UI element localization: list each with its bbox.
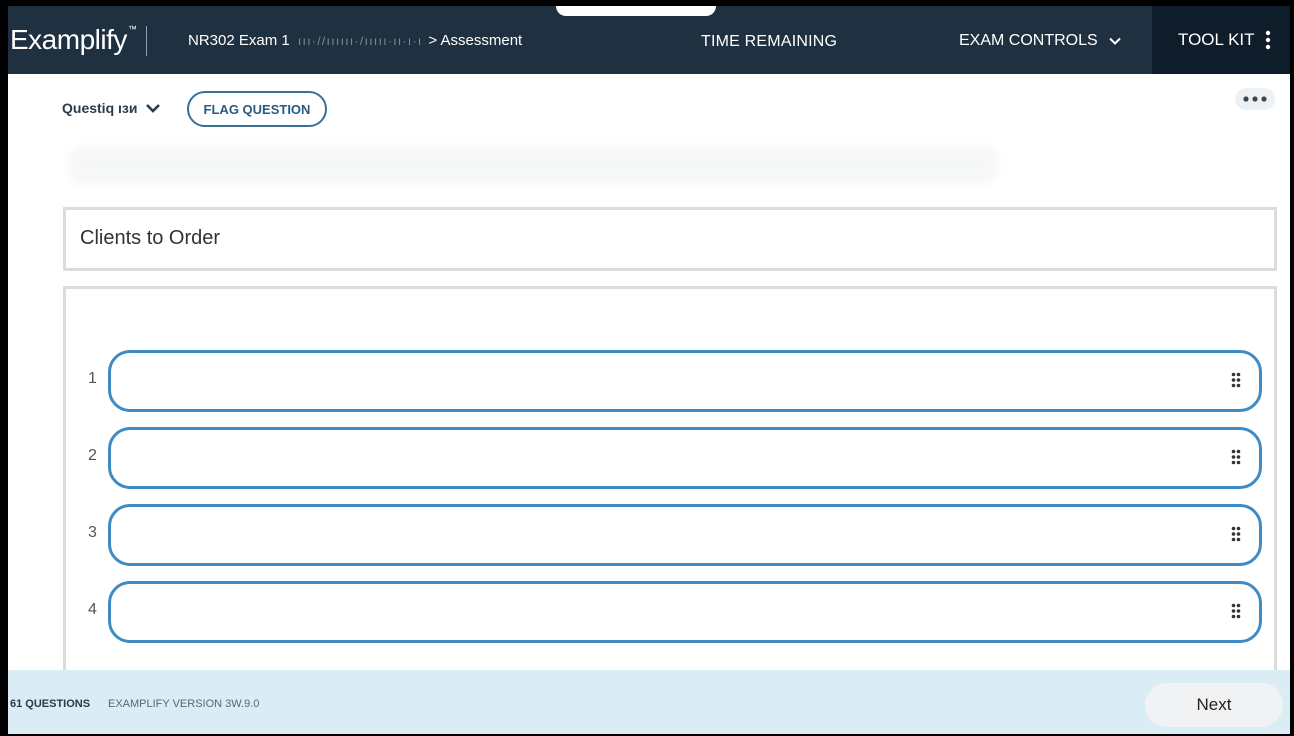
question-count: 61 QUESTIONS xyxy=(10,698,91,710)
next-button[interactable]: Next xyxy=(1145,683,1283,727)
question-title-box: Clients to Order xyxy=(63,207,1277,271)
order-item-draggable[interactable] xyxy=(108,427,1262,489)
order-item: 3 xyxy=(76,504,1266,566)
exam-controls-menu[interactable]: EXAM CONTROLS xyxy=(959,32,1122,50)
breadcrumb-section: > Assessment xyxy=(428,32,523,49)
version-label: EXAMPLIFY VERSION 3W.9.0 xyxy=(108,698,260,710)
examplify-logo: Examplify™ xyxy=(10,24,137,55)
question-selector[interactable]: Questiq ıзи xyxy=(62,100,161,116)
order-item: 4 xyxy=(76,581,1266,643)
exam-controls-label: EXAM CONTROLS xyxy=(959,32,1098,49)
question-title: Clients to Order xyxy=(80,227,221,249)
order-item-draggable[interactable] xyxy=(108,581,1262,643)
footer-bar: 61 QUESTIONS EXAMPLIFY VERSION 3W.9.0 Ne… xyxy=(8,670,1290,734)
question-stem-obscured xyxy=(68,146,998,184)
breadcrumb-course: NR302 Exam 1 xyxy=(188,32,290,49)
time-remaining-toggle[interactable]: TIME REMAINING xyxy=(701,33,837,51)
horizontal-dots-icon xyxy=(1243,96,1267,102)
drag-handle-icon[interactable] xyxy=(1231,372,1241,388)
toolkit-label: TOOL KIT xyxy=(1178,30,1255,49)
order-item: 2 xyxy=(76,427,1266,489)
drag-handle-icon[interactable] xyxy=(1231,449,1241,465)
order-item-draggable[interactable] xyxy=(108,504,1262,566)
chevron-down-icon xyxy=(146,104,161,113)
header-divider xyxy=(146,26,147,56)
order-item-number: 2 xyxy=(88,447,97,464)
top-header: Examplify™ NR302 Exam 1 ı ı ı · / / ı ı … xyxy=(8,6,1290,74)
camera-notch xyxy=(556,6,716,16)
breadcrumb-obscured: ı ı ı · / / ı ı ı ı ı ı · / ı ı ı ı ı · … xyxy=(297,34,421,48)
vertical-dots-icon xyxy=(1265,30,1270,50)
order-item: 1 xyxy=(76,350,1266,412)
toolkit-button[interactable]: TOOL KIT xyxy=(1152,6,1290,74)
order-item-number: 3 xyxy=(88,524,97,541)
exam-screen: Examplify™ NR302 Exam 1 ı ı ı · / / ı ı … xyxy=(8,6,1290,734)
drag-handle-icon[interactable] xyxy=(1231,526,1241,542)
drag-handle-icon[interactable] xyxy=(1231,603,1241,619)
ordering-area: 1 2 3 4 xyxy=(63,286,1277,734)
order-item-number: 4 xyxy=(88,601,97,618)
order-item-number: 1 xyxy=(88,370,97,387)
order-item-draggable[interactable] xyxy=(108,350,1262,412)
question-selector-label: Questiq ıзи xyxy=(62,100,138,116)
more-options-button[interactable] xyxy=(1235,88,1275,110)
flag-question-button[interactable]: FLAG QUESTION xyxy=(187,91,327,127)
chevron-down-icon xyxy=(1108,37,1121,45)
breadcrumb: NR302 Exam 1 ı ı ı · / / ı ı ı ı ı ı · /… xyxy=(188,32,522,49)
